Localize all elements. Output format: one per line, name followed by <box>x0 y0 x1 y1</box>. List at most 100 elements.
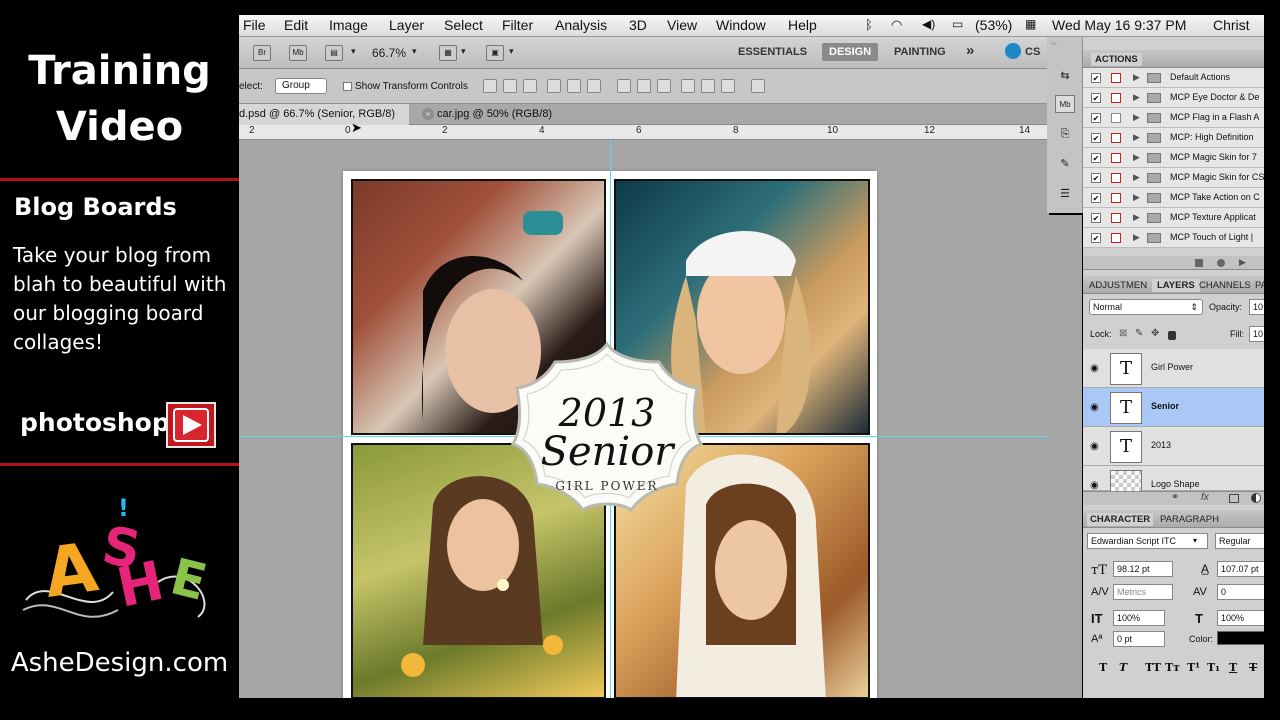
font-size-field[interactable]: 98.12 pt <box>1113 561 1173 577</box>
site-url[interactable]: AsheDesign.com <box>0 648 239 678</box>
dialog-toggle-icon[interactable] <box>1111 153 1121 163</box>
visibility-eye-icon[interactable]: ◉ <box>1090 402 1099 413</box>
menu-analysis[interactable]: Analysis <box>555 17 607 33</box>
distribute-top-icon[interactable] <box>617 79 631 93</box>
blend-mode-dropdown[interactable]: Normal ⇕ <box>1089 299 1203 315</box>
expand-arrow-icon[interactable]: ▶ <box>1133 192 1140 203</box>
cs-live-label[interactable]: CS <box>1025 46 1040 58</box>
align-vcenter-icon[interactable] <box>503 79 517 93</box>
check-icon[interactable]: ✔ <box>1091 73 1101 83</box>
tab-character[interactable]: CHARACTER <box>1087 513 1154 526</box>
dialog-toggle-icon[interactable] <box>1111 233 1121 243</box>
action-set[interactable]: ✔ ▶ MCP Texture Applicat <box>1083 208 1264 228</box>
small-caps-icon[interactable]: Tт <box>1165 661 1180 674</box>
align-bottom-icon[interactable] <box>523 79 537 93</box>
layer-style-icon[interactable]: fx <box>1201 492 1209 503</box>
align-left-icon[interactable] <box>547 79 561 93</box>
adjustment-layer-icon[interactable] <box>1251 493 1261 503</box>
lock-all-icon[interactable] <box>1168 331 1176 340</box>
dialog-toggle-icon[interactable] <box>1111 73 1121 83</box>
actions-panel-icon[interactable]: ⇆ <box>1055 67 1075 85</box>
battery-percent[interactable]: (53%) <box>975 17 1012 33</box>
history-panel-icon[interactable]: ⎘ <box>1055 125 1075 143</box>
link-layers-icon[interactable]: ⚭ <box>1171 492 1179 503</box>
layer-row[interactable]: ◉ T 2013 <box>1083 427 1264 466</box>
layer-row[interactable]: ◉ Logo Shape <box>1083 466 1264 502</box>
layer-row-selected[interactable]: ◉ T Senior <box>1083 388 1264 427</box>
expand-arrow-icon[interactable]: ▶ <box>1133 172 1140 183</box>
check-icon[interactable]: ✔ <box>1091 93 1101 103</box>
align-hcenter-icon[interactable] <box>567 79 581 93</box>
dialog-toggle-icon[interactable] <box>1111 213 1121 223</box>
tab-car-jpg[interactable]: car.jpg @ 50% (RGB/8) <box>429 104 560 125</box>
canvas-area[interactable]: 2013 Senior GIRL POWER ➤ <box>239 120 1082 711</box>
faux-bold-icon[interactable]: T <box>1099 661 1107 674</box>
layer-row[interactable]: ◉ T Girl Power <box>1083 349 1264 388</box>
menu-edit[interactable]: Edit <box>284 17 308 33</box>
wifi-icon[interactable]: ◠ <box>891 17 902 33</box>
bluetooth-icon[interactable]: ᛒ <box>865 17 873 32</box>
lock-paint-icon[interactable]: ✎ <box>1135 328 1143 339</box>
auto-select-dropdown[interactable]: Group <box>275 78 327 94</box>
auto-align-icon[interactable] <box>751 79 765 93</box>
view-extras-icon[interactable]: ▤ <box>325 45 343 61</box>
cs-live-icon[interactable] <box>1005 43 1021 59</box>
check-icon[interactable]: ✔ <box>1091 173 1101 183</box>
check-icon[interactable]: ✔ <box>1091 213 1101 223</box>
menu-help[interactable]: Help <box>788 17 817 33</box>
chevron-down-icon[interactable]: ▾ <box>509 46 514 57</box>
subscript-icon[interactable]: T₁ <box>1207 661 1220 674</box>
dialog-toggle-icon[interactable] <box>1111 113 1121 123</box>
check-icon[interactable]: ✔ <box>1091 153 1101 163</box>
opacity-field[interactable]: 10 <box>1249 299 1264 315</box>
expand-arrow-icon[interactable]: ▶ <box>1133 232 1140 243</box>
collapse-icon[interactable]: ◦◦ <box>1051 39 1057 48</box>
visibility-eye-icon[interactable]: ◉ <box>1090 363 1099 374</box>
chevron-down-icon[interactable]: ▾ <box>351 46 356 57</box>
user-name[interactable]: Christ <box>1213 17 1250 33</box>
dialog-toggle-icon[interactable] <box>1111 93 1121 103</box>
expand-arrow-icon[interactable]: ▶ <box>1133 92 1140 103</box>
tracking-field[interactable]: 0 <box>1217 584 1264 600</box>
tab-paragraph[interactable]: PARAGRAPH <box>1160 514 1219 525</box>
dialog-toggle-icon[interactable] <box>1111 193 1121 203</box>
underline-icon[interactable]: T <box>1229 661 1237 674</box>
strikethrough-icon[interactable]: T <box>1249 661 1257 674</box>
distribute-right-icon[interactable] <box>721 79 735 93</box>
badge-title[interactable]: Senior <box>541 429 677 475</box>
action-set[interactable]: ✔ ▶ MCP Touch of Light | <box>1083 228 1264 248</box>
action-set[interactable]: ✔ ▶ MCP Magic Skin for 7 <box>1083 148 1264 168</box>
expand-arrow-icon[interactable]: ▶ <box>1133 152 1140 163</box>
menu-filter[interactable]: Filter <box>502 17 533 33</box>
menu-view[interactable]: View <box>667 17 697 33</box>
workspace-painting[interactable]: PAINTING <box>894 46 946 58</box>
more-workspaces-icon[interactable]: » <box>966 42 974 59</box>
screen-mode-icon[interactable]: ▣ <box>486 45 504 61</box>
expand-arrow-icon[interactable]: ▶ <box>1133 72 1140 83</box>
stop-icon[interactable] <box>1195 259 1203 267</box>
distribute-vcenter-icon[interactable] <box>637 79 651 93</box>
leading-field[interactable]: 107.07 pt <box>1217 561 1264 577</box>
action-set[interactable]: ✔ ▶ MCP Eye Doctor & De <box>1083 88 1264 108</box>
visibility-eye-icon[interactable]: ◉ <box>1090 480 1099 491</box>
action-set[interactable]: ✔ ▶ MCP: High Definition <box>1083 128 1264 148</box>
align-right-icon[interactable] <box>587 79 601 93</box>
faux-italic-icon[interactable]: T <box>1119 661 1127 674</box>
expand-arrow-icon[interactable]: ▶ <box>1133 112 1140 123</box>
mini-bridge-icon[interactable]: Mb <box>289 45 307 61</box>
transform-controls-checkbox[interactable] <box>343 82 352 91</box>
badge-subtitle[interactable]: GIRL POWER <box>555 479 658 493</box>
play-action-icon[interactable]: ▶ <box>1239 257 1246 268</box>
expand-arrow-icon[interactable]: ▶ <box>1133 132 1140 143</box>
distribute-left-icon[interactable] <box>681 79 695 93</box>
tab-channels[interactable]: CHANNELS <box>1199 280 1251 291</box>
check-icon[interactable]: ✔ <box>1091 133 1101 143</box>
zoom-level[interactable]: 66.7% <box>372 46 406 60</box>
tab-paths[interactable]: PA <box>1255 280 1264 291</box>
tab-actions[interactable]: ACTIONS <box>1091 53 1142 66</box>
action-set[interactable]: ✔ ▶ MCP Magic Skin for CS <box>1083 168 1264 188</box>
font-family-dropdown[interactable]: Edwardian Script ITC <box>1087 533 1208 549</box>
dialog-toggle-icon[interactable] <box>1111 133 1121 143</box>
brushes-panel-icon[interactable]: ✎ <box>1055 155 1075 173</box>
workspace-design[interactable]: DESIGN <box>822 43 879 61</box>
